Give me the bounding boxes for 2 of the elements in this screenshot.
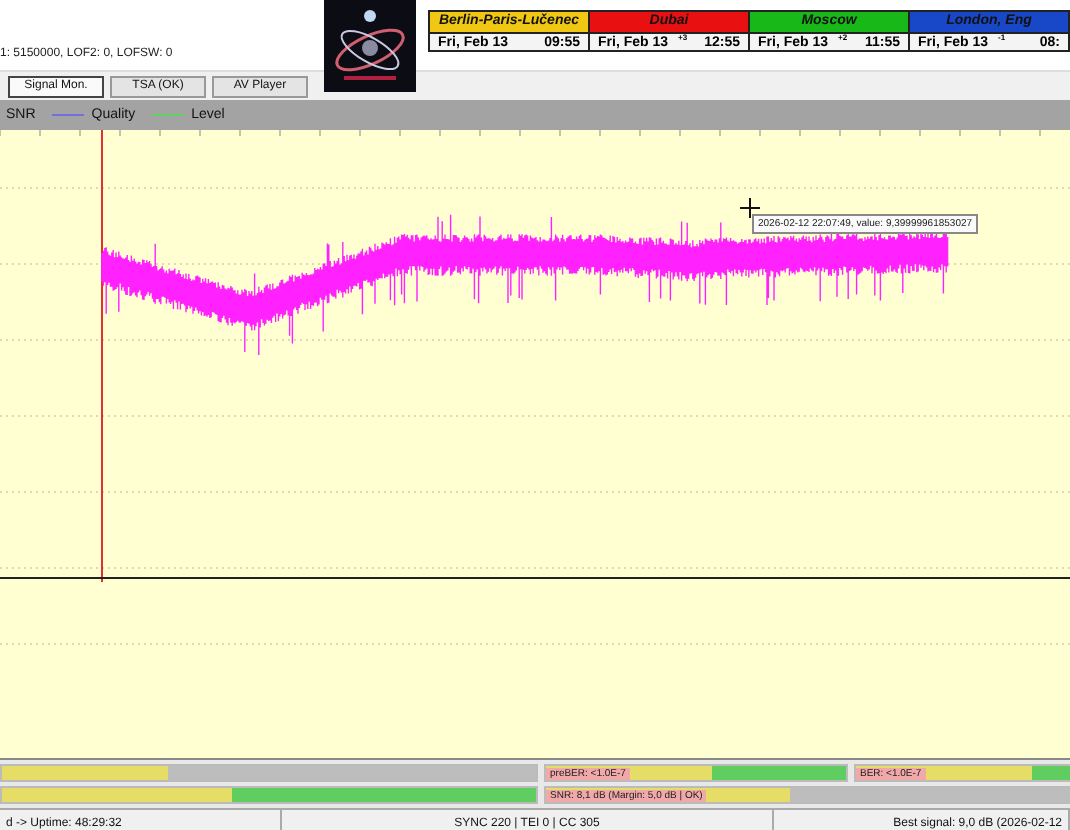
logo: [324, 0, 416, 92]
crosshair-icon: [739, 197, 761, 219]
